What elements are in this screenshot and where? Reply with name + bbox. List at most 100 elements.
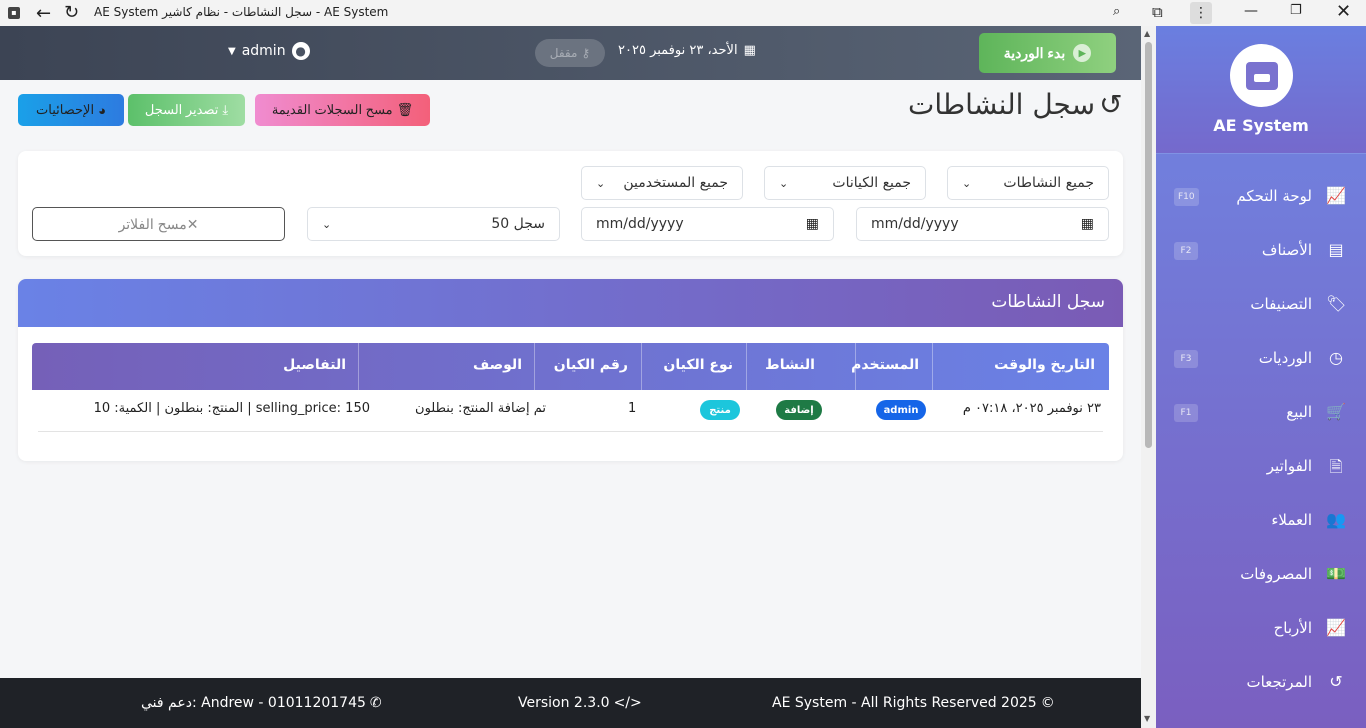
key-icon: ⚷ (581, 46, 591, 60)
download-icon: ⤓ (222, 102, 229, 117)
sidebar-item-expenses[interactable]: 💵 المصروفات (1156, 555, 1366, 595)
extensions-icon[interactable]: ⧉ (1152, 3, 1163, 21)
support-text: دعم فني: Andrew - 01011201745 (141, 695, 366, 711)
copyright-icon: © (1040, 695, 1055, 711)
column-header-details: التفاصيل (283, 357, 346, 373)
sidebar-item-items[interactable]: ▤ الأصناف F2 (1156, 231, 1366, 271)
sidebar-item-shifts[interactable]: ◷ الورديات F3 (1156, 339, 1366, 379)
calendar-icon[interactable]: ▦ (806, 216, 819, 232)
cell-entity-id: 1 (628, 401, 637, 416)
page-scrollbar[interactable]: ▲ ▼ (1141, 26, 1156, 728)
cell-details: المنتج: بنطلون | الكمية: 10 | selling_pr… (93, 401, 370, 416)
card-title: سجل النشاطات (991, 292, 1105, 312)
user-name: admin (241, 43, 286, 59)
window-titlebar: ▪ ← ↻ AE System سجل النشاطات - نظام كاشي… (0, 0, 1366, 26)
phone-icon: ✆ (369, 695, 382, 711)
scroll-down-arrow-icon[interactable]: ▼ (1144, 714, 1150, 723)
search-icon[interactable]: ⌕ (1113, 4, 1120, 19)
page-title: سجل النشاطات ↺ (908, 88, 1123, 121)
calendar-icon[interactable]: ▦ (1081, 216, 1094, 232)
sidebar-item-profits[interactable]: 📈 الأرباح (1156, 609, 1366, 649)
chevron-down-icon: ⌄ (322, 217, 332, 231)
sidebar-item-label: الأرباح (1273, 619, 1312, 637)
column-divider (855, 343, 856, 390)
export-log-button[interactable]: تصدير السجل ⤓ (128, 94, 245, 126)
activity-filter-select[interactable]: ⌄ جميع النشاطات (947, 166, 1109, 200)
code-icon: </> (613, 695, 642, 711)
user-badge: admin (876, 400, 926, 420)
chevron-down-icon: ⌄ (962, 176, 972, 190)
shortcut-badge: F3 (1174, 350, 1198, 368)
table-row[interactable]: ٢٣ نوفمبر ٢٠٢٥، ٠٧:١٨ م admin إضافة منتج… (38, 390, 1103, 432)
brand-name: AE System (1213, 116, 1309, 135)
sidebar-item-dashboard[interactable]: 📈 لوحة التحكم F10 (1156, 177, 1366, 217)
column-header-entity-type: نوع الكيان (663, 357, 733, 373)
page-size-select[interactable]: ⌄ 50 سجل (307, 207, 560, 241)
clear-filters-button[interactable]: مسح الفلاتر ✕ (32, 207, 285, 241)
sidebar-item-label: الفواتير (1266, 457, 1312, 475)
statistics-button[interactable]: الإحصائيات ◕ (18, 94, 124, 126)
current-date: الأحد، ٢٣ نوفمبر ٢٠٢٥ ▦ (618, 43, 756, 58)
sidebar-item-label: الورديات (1258, 349, 1312, 367)
shortcut-badge: F2 (1174, 242, 1198, 260)
chart-line-icon: 📈 (1326, 618, 1346, 637)
clear-old-logs-label: مسح السجلات القديمة (271, 102, 393, 117)
user-filter-select[interactable]: ⌄ جميع المستخدمين (581, 166, 743, 200)
store-logo-icon (1230, 44, 1293, 107)
column-header-activity: النشاط (765, 357, 815, 373)
minimize-icon[interactable]: — (1244, 3, 1258, 19)
sidebar-item-invoices[interactable]: 🗎 الفواتير (1156, 447, 1366, 487)
close-icon[interactable]: ✕ (1336, 1, 1351, 22)
tags-icon: 🏷 (1326, 294, 1347, 313)
footer-version: Version 2.3.0 </> (518, 695, 642, 711)
column-header-user: المستخدم (851, 357, 919, 373)
calendar-icon: ▦ (743, 43, 756, 58)
chevron-down-icon: ⌄ (779, 176, 789, 190)
sidebar-item-returns[interactable]: ↺ المرتجعات (1156, 663, 1366, 703)
window-title: AE System سجل النشاطات - نظام كاشير - AE… (94, 5, 389, 19)
entity-filter-select[interactable]: ⌄ جميع الكيانات (764, 166, 926, 200)
footer: AE System - All Rights Reserved 2025 © V… (0, 678, 1141, 728)
play-icon: ▶ (1073, 44, 1092, 62)
column-divider (534, 343, 535, 390)
footer-copyright: AE System - All Rights Reserved 2025 © (772, 695, 1055, 711)
statistics-label: الإحصائيات (36, 102, 95, 117)
start-shift-button[interactable]: بدء الوردية ▶ (979, 33, 1116, 73)
more-options-icon[interactable]: ⋮ (1190, 2, 1212, 24)
export-log-label: تصدير السجل (144, 102, 219, 117)
sidebar-item-sales[interactable]: 🛒 البيع F1 (1156, 393, 1366, 433)
sidebar-item-label: لوحة التحكم (1236, 187, 1312, 205)
entity-type-badge: منتج (700, 400, 740, 420)
users-icon: 👥 (1326, 510, 1346, 529)
date-to-placeholder: mm/dd/yyyy (596, 216, 684, 232)
column-header-datetime: التاريخ والوقت (994, 357, 1095, 373)
reload-icon[interactable]: ↻ (64, 2, 79, 23)
lock-status-pill[interactable]: مقفل ⚷ (535, 39, 605, 67)
history-icon: ↺ (1099, 88, 1123, 121)
invoice-icon: 🗎 (1329, 457, 1343, 476)
x-icon: ✕ (186, 215, 199, 232)
column-divider (932, 343, 933, 390)
back-arrow-icon[interactable]: ← (36, 3, 51, 24)
user-menu[interactable]: ▼ admin ● (228, 42, 310, 60)
scroll-up-arrow-icon[interactable]: ▲ (1144, 29, 1150, 38)
sidebar-item-customers[interactable]: 👥 العملاء (1156, 501, 1366, 541)
column-header-entity-id: رقم الكيان (553, 357, 628, 373)
undo-icon: ↺ (1329, 672, 1343, 691)
maximize-icon[interactable]: ❐ (1290, 3, 1302, 18)
sidebar-item-categories[interactable]: 🏷 التصنيفات (1156, 285, 1366, 325)
page-title-text: سجل النشاطات (908, 88, 1096, 121)
shift-button-label: بدء الوردية (1003, 44, 1066, 61)
sidebar-item-label: التصنيفات (1250, 295, 1312, 313)
date-to-field[interactable]: mm/dd/yyyy ▦ (581, 207, 834, 241)
date-from-field[interactable]: mm/dd/yyyy ▦ (856, 207, 1109, 241)
filters-card: ⌄ جميع النشاطات ⌄ جميع الكيانات ⌄ جميع ا… (18, 151, 1123, 256)
sidebar-item-label: المرتجعات (1246, 673, 1312, 691)
clear-old-logs-button[interactable]: مسح السجلات القديمة 🗑 (255, 94, 430, 126)
date-label: الأحد، ٢٣ نوفمبر ٢٠٢٥ (618, 43, 738, 58)
shortcut-badge: F1 (1174, 404, 1198, 422)
app-icon: ▪ (8, 7, 20, 19)
column-divider (746, 343, 747, 390)
scrollbar-thumb[interactable] (1145, 42, 1152, 448)
sidebar-item-label: العملاء (1271, 511, 1312, 529)
